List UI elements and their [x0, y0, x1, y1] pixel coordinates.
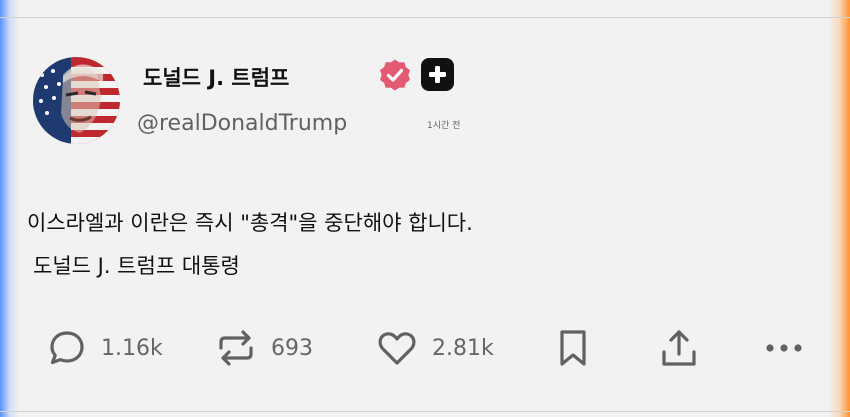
- repost-button[interactable]: 693: [215, 328, 313, 368]
- heart-icon: [378, 332, 416, 365]
- bottom-divider: [0, 411, 850, 412]
- plus-icon: [429, 66, 446, 83]
- more-icon: [766, 344, 802, 352]
- reply-count: 1.16k: [101, 335, 163, 361]
- verified-badge-icon: [380, 59, 410, 91]
- add-button[interactable]: [421, 58, 454, 91]
- more-options-button[interactable]: [763, 328, 805, 368]
- post-text-line: 이스라엘과 이란은 즉시 "총격"을 중단해야 합니다.: [27, 211, 473, 235]
- left-edge-glow: [0, 0, 20, 417]
- display-name[interactable]: 도널드 J. 트럼프: [143, 62, 289, 92]
- like-count: 2.81k: [432, 335, 494, 361]
- post-text-line: 도널드 J. 트럼프 대통령: [33, 254, 240, 278]
- flag-portrait-avatar-icon: [33, 57, 120, 144]
- author-handle[interactable]: @realDonaldTrump: [137, 111, 347, 136]
- like-button[interactable]: 2.81k: [376, 328, 494, 368]
- bookmark-button[interactable]: [555, 328, 591, 368]
- right-edge-glow: [828, 0, 850, 417]
- share-button[interactable]: [659, 328, 699, 368]
- top-divider: [0, 17, 850, 18]
- comment-icon: [50, 331, 84, 365]
- bookmark-icon: [560, 330, 586, 366]
- repost-count: 693: [271, 335, 313, 361]
- post-timestamp: 1시간 전: [427, 121, 461, 131]
- reply-button[interactable]: 1.16k: [47, 328, 163, 368]
- share-icon: [662, 330, 696, 366]
- avatar[interactable]: [33, 57, 120, 144]
- repost-icon: [219, 330, 253, 366]
